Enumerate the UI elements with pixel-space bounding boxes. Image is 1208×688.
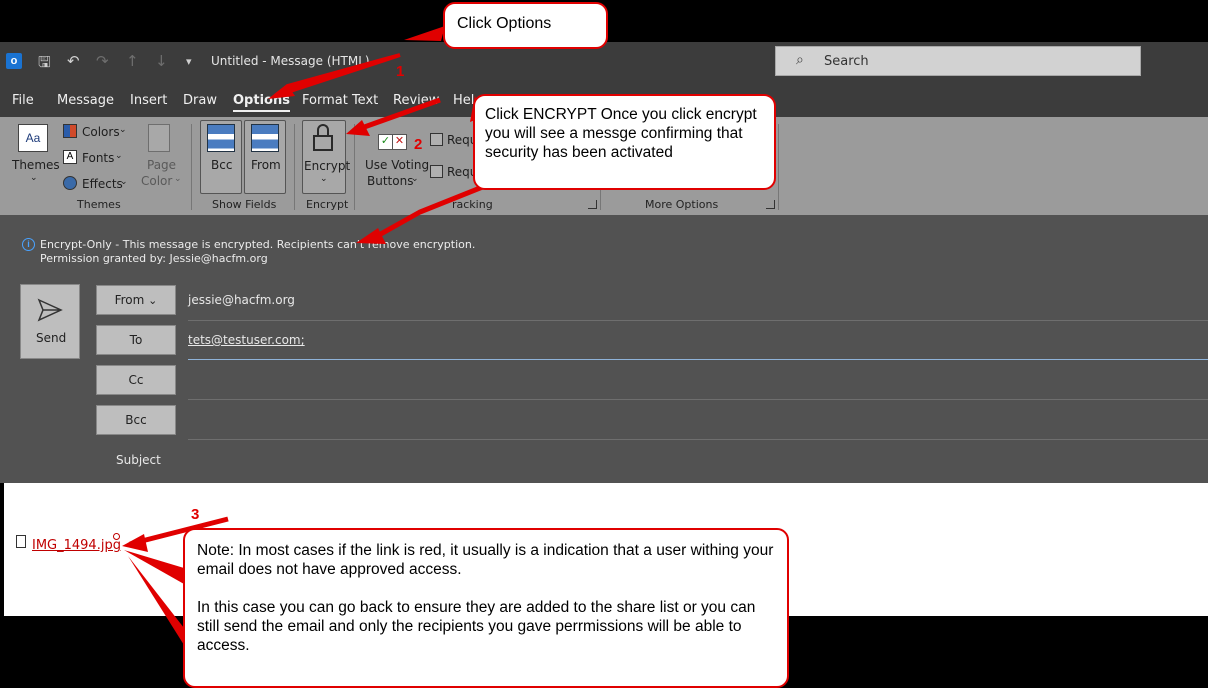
callout-note-paragraph-2: In this case you can go back to ensure t… — [197, 598, 756, 654]
callout-click-options: Click Options — [443, 2, 608, 49]
callout-note-paragraph-1: Note: In most cases if the link is red, … — [197, 542, 774, 578]
callout-click-options-text: Click Options — [457, 15, 552, 32]
step-number-1: 1 — [396, 63, 405, 80]
callout-click-encrypt-text: Click ENCRYPT Once you click encrypt you… — [485, 106, 757, 161]
step-number-2: 2 — [414, 136, 423, 153]
step-number-3: 3 — [191, 506, 200, 523]
callout-note: Note: In most cases if the link is red, … — [183, 528, 789, 688]
callout-click-encrypt: Click ENCRYPT Once you click encrypt you… — [473, 94, 776, 190]
